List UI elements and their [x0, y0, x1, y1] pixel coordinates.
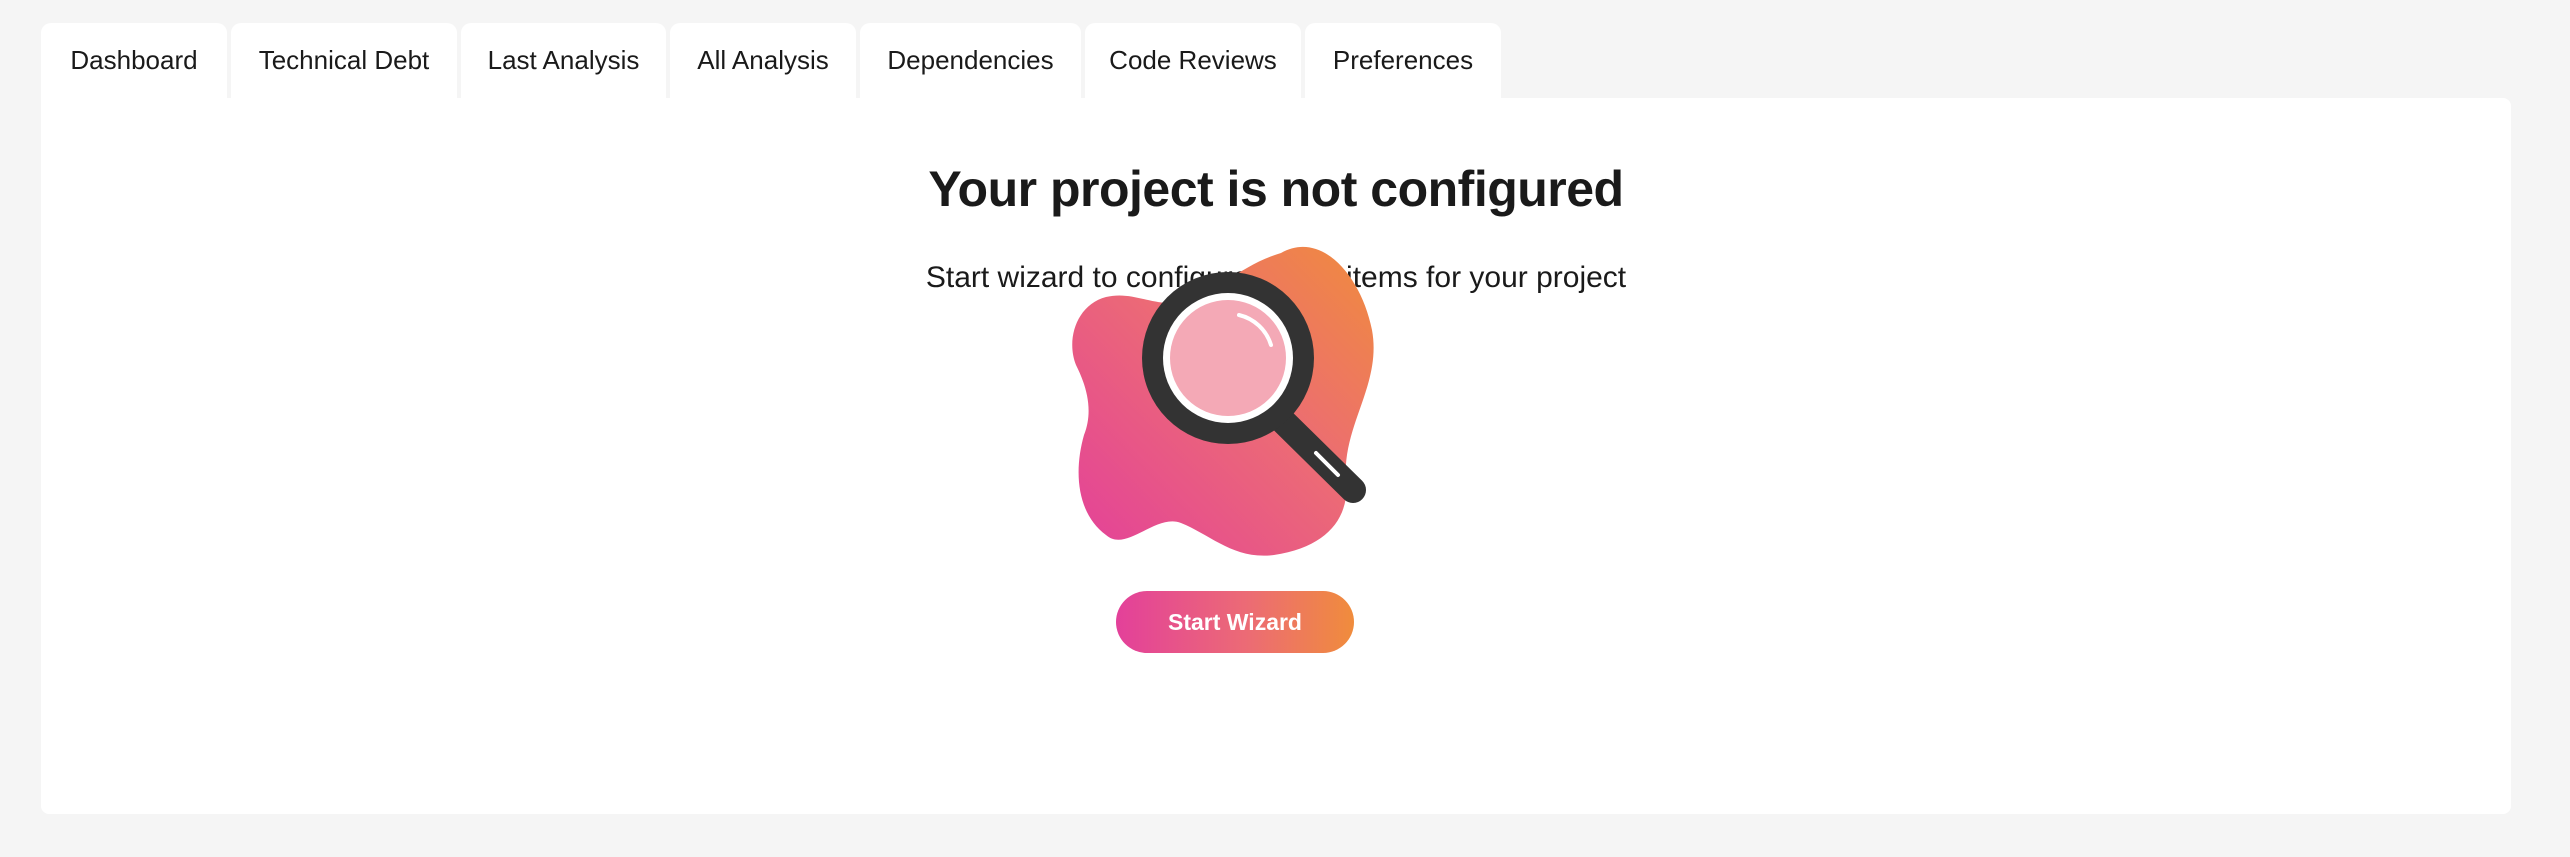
tab-last-analysis[interactable]: Last Analysis: [461, 23, 666, 98]
magnifying-glass-icon: [1072, 246, 1374, 556]
tab-bar: Dashboard Technical Debt Last Analysis A…: [41, 23, 1501, 98]
tab-dashboard[interactable]: Dashboard: [41, 23, 227, 98]
tab-preferences[interactable]: Preferences: [1305, 23, 1501, 98]
tab-technical-debt[interactable]: Technical Debt: [231, 23, 457, 98]
start-wizard-button[interactable]: Start Wizard: [1116, 591, 1354, 653]
magnifier-lens: [1170, 300, 1286, 416]
tab-all-analysis[interactable]: All Analysis: [670, 23, 856, 98]
tab-dependencies[interactable]: Dependencies: [860, 23, 1081, 98]
tab-code-reviews[interactable]: Code Reviews: [1085, 23, 1301, 98]
page-title: Your project is not configured: [928, 161, 1624, 217]
